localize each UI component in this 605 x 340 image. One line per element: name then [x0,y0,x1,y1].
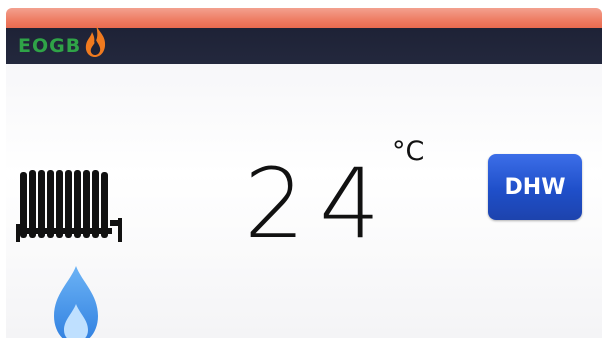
brand-name: EOGB [18,35,82,57]
temperature-unit: °C [392,136,425,167]
thermostat-screen: EOGB 24 °C DHW [6,8,602,338]
dhw-button-label: DHW [504,174,566,200]
gas-flame-icon [46,264,106,338]
dhw-button[interactable]: DHW [488,154,582,220]
temperature-value: 24 [244,148,395,260]
brand-logo: EOGB [18,25,109,64]
radiator-icon [14,168,126,248]
flame-icon [83,23,109,63]
